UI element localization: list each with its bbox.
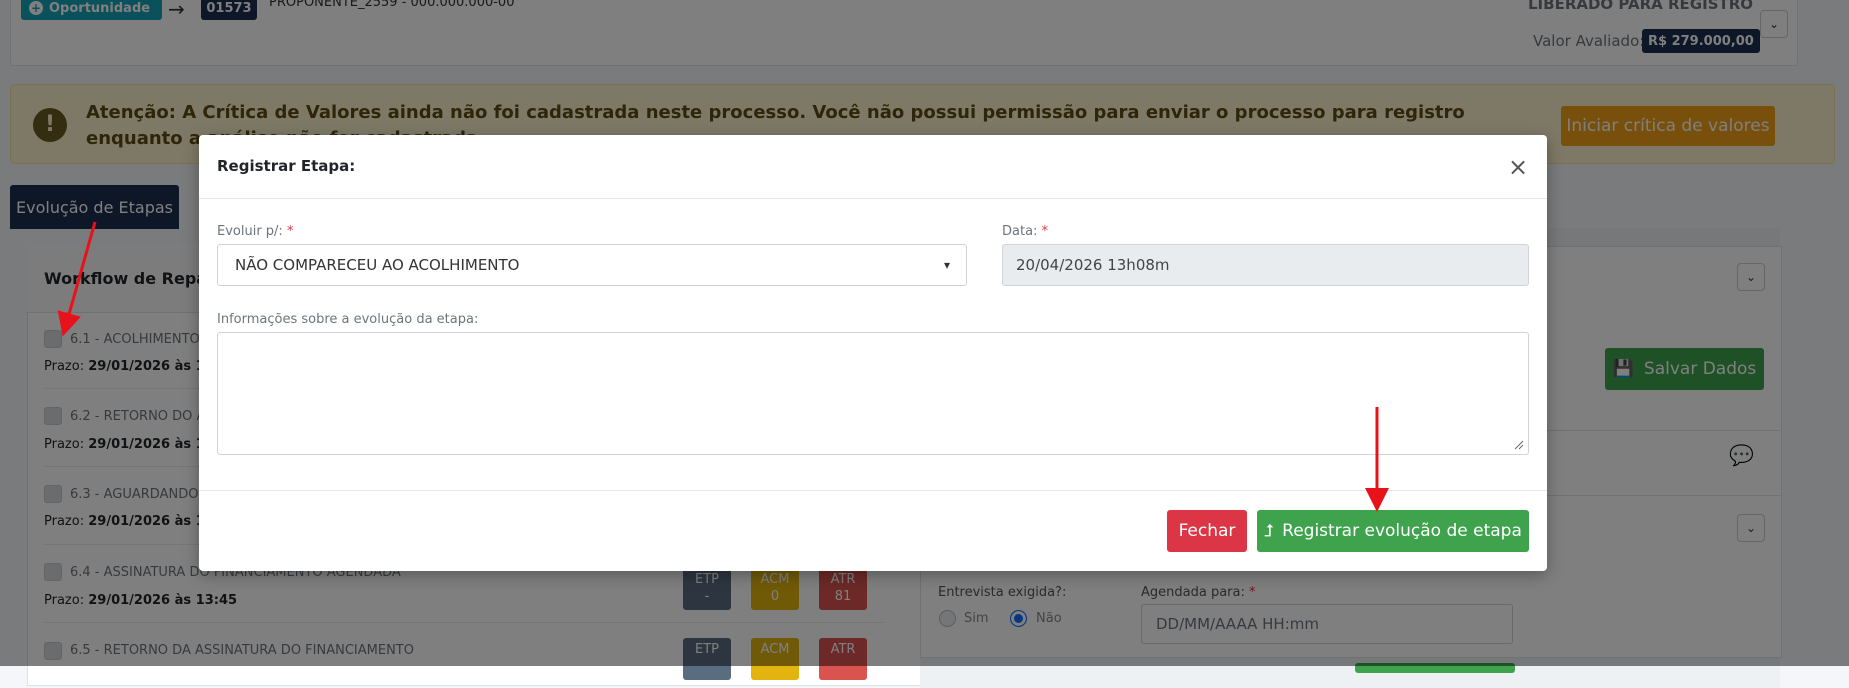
annotation-arrows	[57, 221, 1389, 512]
annotation-arrow-to-step	[57, 221, 97, 337]
